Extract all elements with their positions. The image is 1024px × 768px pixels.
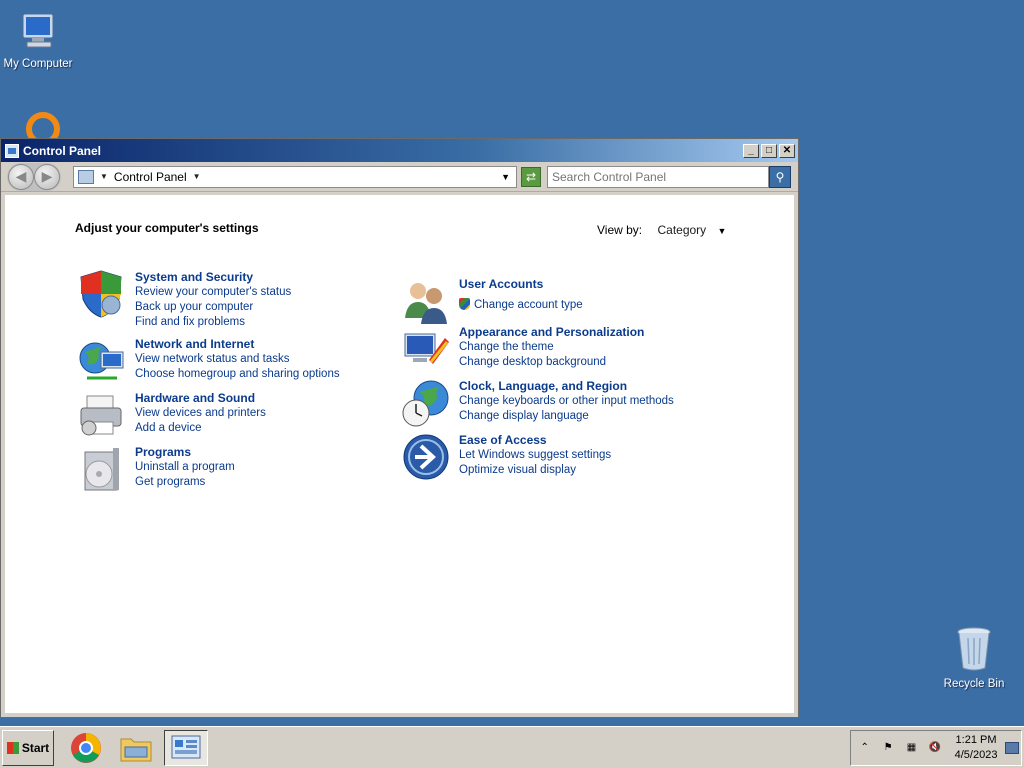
category-ease-of-access: Ease of Access Let Windows suggest setti… [401, 432, 611, 482]
devices-printers-link[interactable]: View devices and printers [135, 406, 266, 421]
window-title: Control Panel [23, 143, 102, 158]
forward-button[interactable]: ▶ [34, 163, 60, 190]
close-button[interactable]: ✕ [779, 143, 795, 158]
change-display-language-link[interactable]: Change display language [459, 409, 674, 424]
shield-icon [80, 270, 122, 318]
recycle-bin-desktop-icon[interactable]: Recycle Bin [936, 624, 1012, 690]
appearance-personalization-link[interactable]: Appearance and Personalization [459, 324, 644, 340]
category-appearance-and-personalization: Appearance and Personalization Change th… [401, 324, 644, 374]
address-history-dropdown-icon[interactable]: ▼ [501, 172, 510, 182]
chrome-icon [71, 733, 101, 763]
printer-icon [80, 395, 122, 436]
backup-link[interactable]: Back up your computer [135, 300, 291, 315]
change-keyboards-link[interactable]: Change keyboards or other input methods [459, 394, 674, 409]
taskbar-file-explorer[interactable] [114, 730, 158, 766]
review-status-link[interactable]: Review your computer's status [135, 285, 291, 300]
optimize-visual-display-link[interactable]: Optimize visual display [459, 463, 611, 478]
view-by-label: View by: [597, 223, 643, 237]
page-heading: Adjust your computer's settings [75, 221, 259, 235]
clock-time: 1:21 PM [955, 734, 997, 746]
hardware-and-sound-link[interactable]: Hardware and Sound [135, 390, 266, 406]
ease-of-access-icon [403, 434, 449, 480]
view-by: View by: Category ▼ [597, 223, 726, 237]
uninstall-program-link[interactable]: Uninstall a program [135, 460, 235, 475]
user-accounts-link[interactable]: User Accounts [459, 276, 583, 292]
refresh-icon: ⇄ [525, 169, 537, 184]
network-status-icon[interactable]: ▦ [904, 740, 919, 756]
breadcrumb-chevron-icon[interactable]: ▼ [100, 172, 108, 181]
get-programs-link[interactable]: Get programs [135, 475, 235, 490]
clock-globe-icon [402, 380, 449, 427]
appearance-icon [404, 333, 449, 364]
clock[interactable]: 1:21 PM 4/5/2023 [955, 733, 998, 763]
category-clock-language-region: Clock, Language, and Region Change keybo… [401, 378, 674, 428]
volume-muted-icon[interactable]: 🔇 [927, 740, 942, 756]
users-icon [405, 283, 447, 324]
category-hardware-and-sound: Hardware and Sound View devices and prin… [77, 390, 266, 440]
change-account-type-link[interactable]: Change account type [459, 298, 583, 313]
recycle-bin-label: Recycle Bin [943, 678, 1005, 690]
forward-arrow-icon: ▶ [41, 168, 53, 184]
find-fix-problems-link[interactable]: Find and fix problems [135, 315, 291, 330]
control-panel-icon [171, 735, 201, 759]
taskbar-control-panel[interactable] [164, 730, 208, 766]
category-network-and-internet: Network and Internet View network status… [77, 336, 340, 386]
control-panel-content: Adjust your computer's settings View by:… [5, 195, 794, 713]
recycle-bin-icon [957, 627, 991, 671]
windows-suggest-settings-link[interactable]: Let Windows suggest settings [459, 448, 611, 463]
refresh-button[interactable]: ⇄ [521, 166, 541, 187]
control-panel-window: Control Panel _ □ ✕ ◀ ▶ ▼ Control Panel … [0, 138, 799, 718]
taskbar: Start ⌃ ⚑ ▦ 🔇 1:21 PM 4/5/2023 [0, 726, 1024, 768]
address-bar[interactable]: ▼ Control Panel ▼ ▼ [73, 165, 517, 188]
category-user-accounts: User Accounts Change account type [401, 276, 583, 326]
address-toolbar: ◀ ▶ ▼ Control Panel ▼ ▼ ⇄ ⚲ [1, 162, 798, 192]
clock-date: 4/5/2023 [954, 749, 998, 761]
clock-language-region-link[interactable]: Clock, Language, and Region [459, 378, 674, 394]
view-by-dropdown-icon[interactable]: ▼ [718, 226, 727, 236]
back-arrow-icon: ◀ [15, 168, 27, 184]
search-button[interactable]: ⚲ [769, 165, 791, 188]
taskbar-chrome[interactable] [64, 730, 108, 766]
network-and-internet-link[interactable]: Network and Internet [135, 336, 340, 352]
minimize-button[interactable]: _ [743, 143, 759, 158]
action-center-flag-icon[interactable]: ⚑ [880, 740, 895, 756]
start-button[interactable]: Start [2, 730, 54, 766]
system-and-security-link[interactable]: System and Security [135, 269, 291, 285]
network-icon [79, 342, 124, 380]
category-system-and-security: System and Security Review your computer… [77, 269, 291, 330]
change-background-link[interactable]: Change desktop background [459, 355, 644, 370]
add-device-link[interactable]: Add a device [135, 421, 266, 436]
system-tray: ⌃ ⚑ ▦ 🔇 1:21 PM 4/5/2023 [850, 730, 1022, 766]
breadcrumb-dropdown-icon[interactable]: ▼ [193, 172, 201, 181]
maximize-button[interactable]: □ [761, 143, 777, 158]
back-button[interactable]: ◀ [8, 163, 34, 190]
programs-link[interactable]: Programs [135, 444, 235, 460]
windows-flag-icon [6, 742, 19, 754]
title-bar[interactable]: Control Panel _ □ ✕ [1, 139, 798, 162]
control-panel-icon [5, 143, 19, 158]
change-theme-link[interactable]: Change the theme [459, 340, 644, 355]
view-by-select[interactable]: Category [657, 223, 706, 237]
show-desktop-icon[interactable] [1005, 742, 1019, 754]
search-icon: ⚲ [775, 169, 785, 184]
control-panel-icon [78, 169, 94, 184]
homegroup-link[interactable]: Choose homegroup and sharing options [135, 367, 340, 382]
show-hidden-icons-chevron-icon[interactable]: ⌃ [857, 740, 872, 756]
category-programs: Programs Uninstall a program Get program… [77, 444, 235, 494]
start-label: Start [21, 741, 50, 755]
my-computer-label: My Computer [3, 58, 73, 70]
my-computer-desktop-icon[interactable]: My Computer [0, 8, 76, 70]
network-status-link[interactable]: View network status and tasks [135, 352, 340, 367]
ease-of-access-link[interactable]: Ease of Access [459, 432, 611, 448]
programs-icon [84, 448, 119, 491]
breadcrumb-control-panel[interactable]: Control Panel [114, 170, 187, 184]
folder-icon [120, 738, 152, 762]
computer-icon [22, 13, 54, 48]
search-input[interactable] [547, 165, 769, 188]
